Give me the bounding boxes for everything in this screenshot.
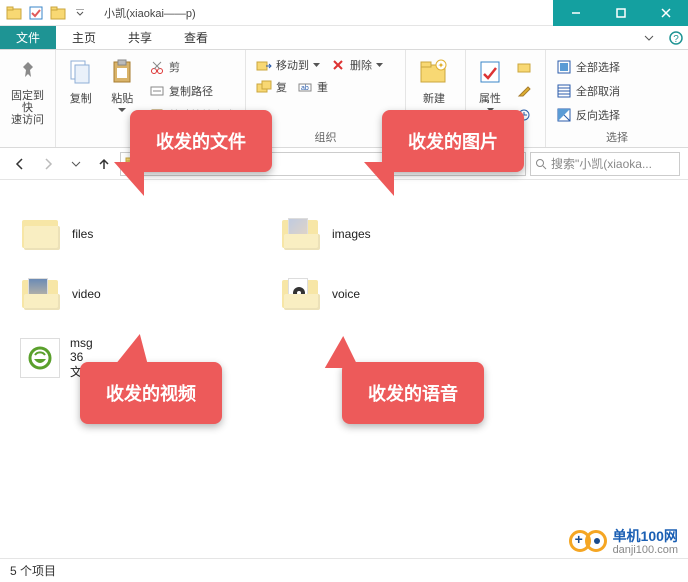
- copy-button[interactable]: 复制: [62, 54, 100, 106]
- minimize-button[interactable]: [553, 0, 598, 26]
- pin-icon: [12, 56, 44, 88]
- new-folder-button[interactable]: ✦ 新建: [412, 54, 456, 106]
- tab-file[interactable]: 文件: [0, 26, 56, 49]
- callout-images: 收发的图片: [382, 110, 524, 172]
- window-title: 小凯(xiaokai——p): [104, 5, 196, 21]
- organize-group-label: 组织: [252, 127, 399, 145]
- folder-video[interactable]: video: [20, 276, 101, 312]
- ribbon-tabs: 文件 主页 共享 查看 ?: [0, 26, 688, 50]
- copy-to-button[interactable]: 复: [252, 76, 291, 98]
- close-button[interactable]: [643, 0, 688, 26]
- properties-icon: [474, 56, 506, 88]
- folder-icon: [280, 216, 322, 252]
- qat-dropdown-icon[interactable]: [70, 3, 90, 23]
- invert-selection-button[interactable]: 反向选择: [552, 104, 624, 126]
- scissors-icon: [149, 59, 165, 75]
- select-all-button[interactable]: 全部选择: [552, 56, 624, 78]
- path-icon: [149, 83, 165, 99]
- window-controls: [553, 0, 688, 26]
- select-none-button[interactable]: 全部取消: [552, 80, 624, 102]
- rename-button[interactable]: ab 重: [293, 76, 332, 98]
- ribbon: 固定到快 速访问 复制 粘贴 剪 复制路径: [0, 50, 688, 148]
- forward-button[interactable]: [36, 152, 60, 176]
- move-to-button[interactable]: 移动到: [252, 54, 324, 76]
- open-button[interactable]: [512, 56, 536, 78]
- svg-text:?: ?: [673, 34, 679, 45]
- select-none-icon: [556, 83, 572, 99]
- open-icon: [516, 59, 532, 75]
- file-icon: [20, 338, 60, 378]
- svg-text:ab: ab: [301, 85, 309, 92]
- paste-button[interactable]: 粘贴: [104, 54, 142, 113]
- cut-button[interactable]: 剪: [145, 56, 239, 78]
- help-button[interactable]: ?: [664, 26, 688, 49]
- copy-icon: [65, 56, 97, 88]
- folder-icon: [20, 216, 62, 252]
- watermark-logo: +: [569, 530, 607, 552]
- ribbon-collapse-button[interactable]: [634, 26, 664, 49]
- new-folder-icon: ✦: [418, 56, 450, 88]
- delete-icon: [330, 57, 346, 73]
- chevron-down-icon: [376, 63, 383, 67]
- callout-video: 收发的视频: [80, 362, 222, 424]
- properties-icon[interactable]: [26, 3, 46, 23]
- item-count: 5 个项目: [10, 562, 56, 579]
- chevron-down-icon: [118, 108, 126, 113]
- tab-home[interactable]: 主页: [56, 26, 112, 49]
- delete-button[interactable]: 删除: [326, 54, 387, 76]
- select-group-label: 选择: [552, 127, 682, 145]
- copy-to-icon: [256, 79, 272, 95]
- quick-access-toolbar: [0, 3, 90, 23]
- folder-icon: [20, 276, 62, 312]
- chevron-down-icon: [313, 63, 320, 67]
- properties-button[interactable]: 属性: [472, 54, 508, 112]
- watermark: + 单机100网 danji100.com: [569, 526, 678, 556]
- search-box[interactable]: 搜索"小凯(xiaoka...: [530, 152, 680, 176]
- navigation-bar: › 小凯 (xiaokai—— v 搜索"小凯(xiaoka...: [0, 148, 688, 180]
- recent-dropdown[interactable]: [64, 152, 88, 176]
- maximize-button[interactable]: [598, 0, 643, 26]
- edit-icon: [516, 83, 532, 99]
- select-all-icon: [556, 59, 572, 75]
- folder-icon: [280, 276, 322, 312]
- group-select: 全部选择 全部取消 反向选择 选择: [546, 50, 688, 147]
- svg-text:✦: ✦: [438, 61, 445, 70]
- folder-images[interactable]: images: [280, 216, 371, 252]
- tab-share[interactable]: 共享: [112, 26, 168, 49]
- up-button[interactable]: [92, 152, 116, 176]
- paste-icon: [106, 56, 138, 88]
- folder-icon-2[interactable]: [48, 3, 68, 23]
- folder-files[interactable]: files: [20, 216, 93, 252]
- group-pin: 固定到快 速访问: [0, 50, 56, 147]
- back-button[interactable]: [8, 152, 32, 176]
- copy-path-button[interactable]: 复制路径: [145, 80, 239, 102]
- invert-icon: [556, 107, 572, 123]
- callout-voice: 收发的语音: [342, 362, 484, 424]
- tab-view[interactable]: 查看: [168, 26, 224, 49]
- rename-icon: ab: [297, 79, 313, 95]
- search-icon: [535, 158, 547, 170]
- status-bar: 5 个项目: [0, 558, 688, 582]
- callout-files: 收发的文件: [130, 110, 272, 172]
- pin-to-quick-access-button[interactable]: 固定到快 速访问: [6, 54, 49, 126]
- folder-icon[interactable]: [4, 3, 24, 23]
- edit-button[interactable]: [512, 80, 536, 102]
- folder-voice[interactable]: voice: [280, 276, 360, 312]
- title-bar: 小凯(xiaokai——p): [0, 0, 688, 26]
- move-icon: [256, 57, 272, 73]
